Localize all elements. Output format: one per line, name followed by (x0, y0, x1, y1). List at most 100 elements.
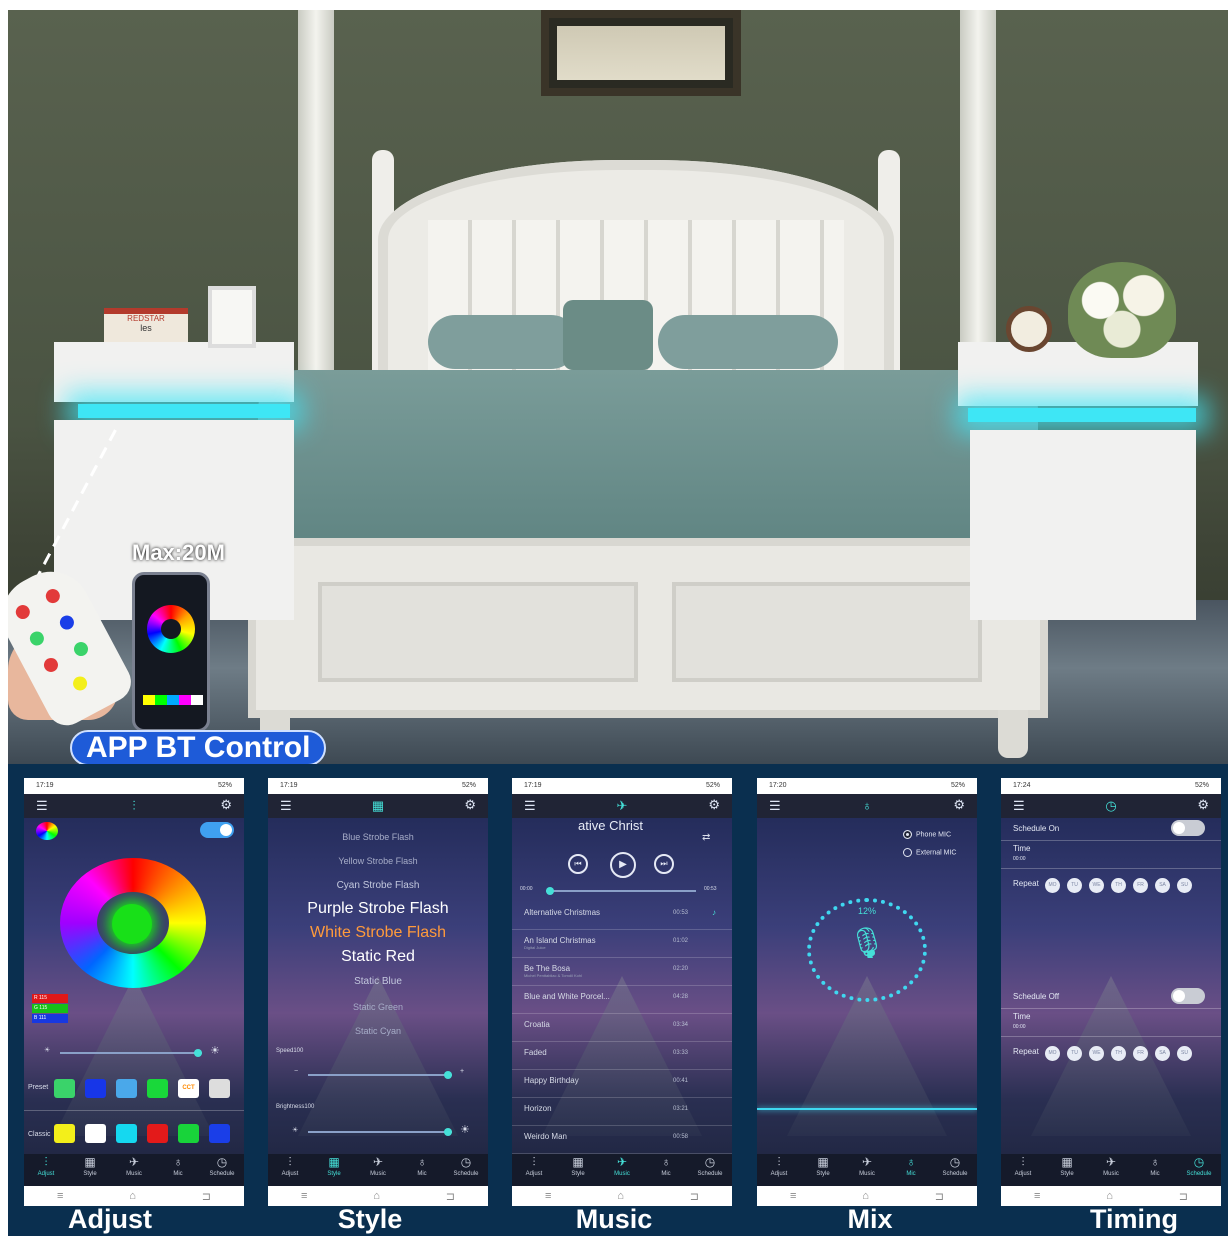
back-icon[interactable]: ⊐ (1179, 1190, 1188, 1203)
nav-mic[interactable]: ♁ Mic (156, 1154, 200, 1186)
day-toggle[interactable]: TU (1067, 878, 1083, 893)
recent-apps-icon[interactable]: ≡ (790, 1190, 796, 1202)
day-toggle[interactable]: SU (1177, 1046, 1193, 1061)
nav-schedule[interactable]: ◷ Schedule (444, 1154, 488, 1186)
nav-mic[interactable]: ♁ Mic (889, 1154, 933, 1186)
nav-schedule[interactable]: ◷ Schedule (688, 1154, 732, 1186)
day-toggle[interactable]: FR (1133, 1046, 1149, 1061)
time-value[interactable]: 00:00 (1013, 1024, 1026, 1030)
day-toggle[interactable]: SA (1155, 878, 1171, 893)
classic-swatch[interactable] (85, 1124, 106, 1143)
home-icon[interactable]: ⌂ (373, 1190, 380, 1202)
nav-music[interactable]: ✈ Music (845, 1154, 889, 1186)
style-item[interactable]: Static Blue (268, 976, 488, 987)
song-row[interactable]: Croatia 03:34 (512, 1014, 732, 1042)
nav-style[interactable]: ▦ Style (68, 1154, 112, 1186)
nav-schedule[interactable]: ◷ Schedule (1177, 1154, 1221, 1186)
song-row[interactable]: Happy Birthday 00:41 (512, 1070, 732, 1098)
song-row[interactable]: Alternative Christmas 00:53 ♪ (512, 902, 732, 930)
nav-schedule[interactable]: ◷ Schedule (200, 1154, 244, 1186)
nav-music[interactable]: ✈ Music (1089, 1154, 1133, 1186)
style-item[interactable]: Purple Strobe Flash (268, 900, 488, 918)
day-toggle[interactable]: MO (1045, 1046, 1061, 1061)
nav-mic[interactable]: ♁ Mic (1133, 1154, 1177, 1186)
nav-music[interactable]: ✈ Music (600, 1154, 644, 1186)
nav-mic[interactable]: ♁ Mic (400, 1154, 444, 1186)
gear-icon[interactable]: ⚙ (1197, 797, 1209, 813)
preset-swatch[interactable] (147, 1079, 168, 1098)
home-icon[interactable]: ⌂ (862, 1190, 869, 1202)
gear-icon[interactable]: ⚙ (708, 797, 720, 813)
style-item[interactable]: Static Green (268, 1002, 488, 1012)
style-item[interactable]: Blue Strobe Flash (268, 832, 488, 842)
minus-icon[interactable]: − (294, 1068, 298, 1075)
nav-music[interactable]: ✈ Music (112, 1154, 156, 1186)
home-icon[interactable]: ⌂ (129, 1190, 136, 1202)
external-mic-radio[interactable]: External MIC (903, 848, 956, 857)
power-toggle[interactable] (200, 822, 234, 838)
song-row[interactable]: Be The Bosa Michel Penttabliac & Tomdil K… (512, 958, 732, 986)
previous-icon[interactable]: ⏮ (568, 854, 588, 874)
back-icon[interactable]: ⊐ (446, 1190, 455, 1203)
style-item[interactable]: Yellow Strobe Flash (268, 856, 488, 866)
style-item-selected[interactable]: White Strobe Flash (268, 924, 488, 942)
nav-style[interactable]: ▦ Style (556, 1154, 600, 1186)
preset-swatch[interactable] (85, 1079, 106, 1098)
day-toggle[interactable]: SU (1177, 878, 1193, 893)
recent-apps-icon[interactable]: ≡ (545, 1190, 551, 1202)
gear-icon[interactable]: ⚙ (464, 797, 476, 813)
repeat-icon[interactable]: ⇄ (702, 832, 710, 843)
time-value[interactable]: 00:00 (1013, 856, 1026, 862)
brightness-slider[interactable] (308, 1128, 452, 1136)
nav-adjust[interactable]: ⫶ Adjust (268, 1154, 312, 1186)
preset-swatch[interactable] (209, 1079, 230, 1098)
song-row[interactable]: Horizon 03:21 (512, 1098, 732, 1126)
recent-apps-icon[interactable]: ≡ (301, 1190, 307, 1202)
classic-swatch[interactable] (178, 1124, 199, 1143)
home-icon[interactable]: ⌂ (617, 1190, 624, 1202)
progress-slider[interactable] (546, 887, 696, 895)
style-item[interactable]: Static Cyan (268, 1026, 488, 1036)
nav-schedule[interactable]: ◷ Schedule (933, 1154, 977, 1186)
song-row[interactable]: Blue and White Porcel... 04:28 (512, 986, 732, 1014)
back-icon[interactable]: ⊐ (935, 1190, 944, 1203)
color-picker-icon[interactable] (36, 822, 58, 840)
nav-mic[interactable]: ♁ Mic (644, 1154, 688, 1186)
plus-icon[interactable]: + (460, 1068, 464, 1075)
play-icon[interactable]: ▶ (610, 852, 636, 878)
nav-adjust[interactable]: ⫶ Adjust (757, 1154, 801, 1186)
cct-swatch[interactable]: CCT (178, 1079, 199, 1098)
nav-style[interactable]: ▦ Style (312, 1154, 356, 1186)
classic-swatch[interactable] (116, 1124, 137, 1143)
home-icon[interactable]: ⌂ (1106, 1190, 1113, 1202)
next-icon[interactable]: ⏭ (654, 854, 674, 874)
nav-style[interactable]: ▦ Style (1045, 1154, 1089, 1186)
song-row[interactable]: Weirdo Man 00:58 (512, 1126, 732, 1154)
speed-slider[interactable] (308, 1071, 452, 1079)
day-toggle[interactable]: WE (1089, 878, 1105, 893)
gear-icon[interactable]: ⚙ (953, 797, 965, 813)
preset-swatch[interactable] (54, 1079, 75, 1098)
brightness-slider[interactable] (60, 1049, 202, 1057)
day-toggle[interactable]: TU (1067, 1046, 1083, 1061)
song-row[interactable]: Faded 03:33 (512, 1042, 732, 1070)
color-wheel-selector[interactable] (112, 904, 152, 944)
gear-icon[interactable]: ⚙ (220, 797, 232, 813)
phone-mic-radio[interactable]: Phone MIC (903, 830, 951, 839)
recent-apps-icon[interactable]: ≡ (1034, 1190, 1040, 1202)
day-toggle[interactable]: MO (1045, 878, 1061, 893)
song-row[interactable]: An Island Christmas Digital Juice 01:02 (512, 930, 732, 958)
microphone-icon[interactable]: 🎙 (757, 926, 977, 961)
nav-adjust[interactable]: ⫶ Adjust (512, 1154, 556, 1186)
style-item[interactable]: Static Red (268, 948, 488, 966)
day-toggle[interactable]: TH (1111, 878, 1127, 893)
back-icon[interactable]: ⊐ (202, 1190, 211, 1203)
style-item[interactable]: Cyan Strobe Flash (268, 880, 488, 891)
nav-music[interactable]: ✈ Music (356, 1154, 400, 1186)
day-toggle[interactable]: TH (1111, 1046, 1127, 1061)
back-icon[interactable]: ⊐ (690, 1190, 699, 1203)
classic-swatch[interactable] (147, 1124, 168, 1143)
nav-adjust[interactable]: ⫶ Adjust (24, 1154, 68, 1186)
schedule-off-toggle[interactable] (1171, 988, 1205, 1004)
day-toggle[interactable]: WE (1089, 1046, 1105, 1061)
